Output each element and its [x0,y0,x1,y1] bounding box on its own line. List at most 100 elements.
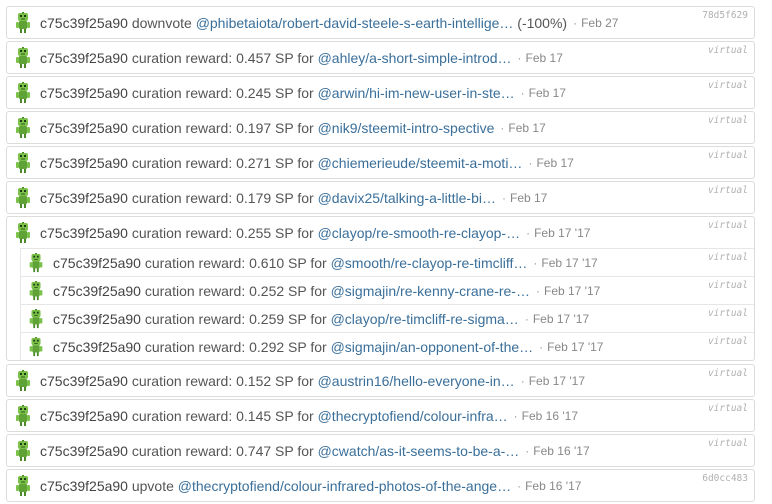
post-link[interactable]: @smooth/re-clayop-re-timcliff… [331,255,528,271]
post-link[interactable]: @clayop/re-timcliff-re-sigma… [331,311,519,327]
history-card: c75c39f25a90 upvote @thecryptofiend/colo… [6,469,755,502]
history-row: c75c39f25a90 curation reward: 0.457 SP f… [7,42,754,73]
post-link[interactable]: @arwin/hi-im-new-user-in-ste… [318,85,515,101]
post-link[interactable]: @cwatch/as-it-seems-to-be-a-… [318,443,520,459]
user-avatar-icon[interactable] [28,337,53,357]
date-link[interactable]: Feb 27 [581,16,618,30]
user-avatar-icon[interactable] [15,222,40,244]
date-link[interactable]: Feb 17 [529,86,566,100]
virtual-tag: virtual [707,115,748,126]
trx-id-link[interactable]: 6d0cc483 [702,473,748,484]
history-row: c75c39f25a90 curation reward: 0.179 SP f… [7,182,754,213]
operation-text: curation reward: 0.747 SP for [127,442,318,459]
separator-dot: · [573,15,578,30]
account-link[interactable]: c75c39f25a90 [40,225,128,241]
history-row: c75c39f25a90 downvote @phibetaiota/rober… [7,7,754,38]
history-row: c75c39f25a90 curation reward: 0.245 SP f… [7,77,754,108]
history-row: c75c39f25a90 curation reward: 0.255 SP f… [7,217,754,248]
account-link[interactable]: c75c39f25a90 [40,85,128,101]
post-link[interactable]: @sigmajin/re-kenny-crane-re-… [331,283,530,299]
history-row: c75c39f25a90 curation reward: 0.610 SP f… [21,249,754,276]
user-avatar-icon[interactable] [15,187,40,209]
user-avatar-icon[interactable] [15,12,40,34]
separator-dot: · [501,190,506,205]
account-link[interactable]: c75c39f25a90 [53,255,141,271]
account-link[interactable]: c75c39f25a90 [40,190,128,206]
post-link[interactable]: @davix25/talking-a-little-bi… [318,190,496,206]
nested-row-container: c75c39f25a90 curation reward: 0.292 SP f… [21,332,754,360]
date-link[interactable]: Feb 17 '17 [529,374,585,388]
date-link[interactable]: Feb 17 [536,156,573,170]
trx-id-link[interactable]: 78d5f629 [702,10,748,21]
history-card: c75c39f25a90 curation reward: 0.245 SP f… [6,76,755,109]
post-link[interactable]: @phibetaiota/robert-david-steele-s-earth… [196,15,514,31]
account-link[interactable]: c75c39f25a90 [53,311,141,327]
user-avatar-icon[interactable] [28,281,53,301]
nested-row-container: c75c39f25a90 curation reward: 0.259 SP f… [21,304,754,332]
user-avatar-icon[interactable] [15,152,40,174]
user-avatar-icon[interactable] [28,253,53,273]
date-link[interactable]: Feb 16 '17 [533,444,589,458]
history-card: c75c39f25a90 curation reward: 0.747 SP f… [6,434,755,467]
account-link[interactable]: c75c39f25a90 [40,50,128,66]
date-link[interactable]: Feb 17 [508,121,545,135]
post-link[interactable]: @ahley/a-short-simple-introd… [318,50,512,66]
account-link[interactable]: c75c39f25a90 [40,15,128,31]
account-link[interactable]: c75c39f25a90 [40,120,128,136]
user-avatar-icon[interactable] [15,440,40,462]
date-link[interactable]: Feb 17 '17 [544,284,600,298]
date-link[interactable]: Feb 17 [510,191,547,205]
date-link[interactable]: Feb 17 '17 [541,256,597,270]
virtual-tag: virtual [707,336,748,347]
post-link[interactable]: @thecryptofiend/colour-infrared-photos-o… [178,478,511,494]
user-avatar-icon[interactable] [15,370,40,392]
account-link[interactable]: c75c39f25a90 [53,283,141,299]
vote-weight: (-100%) [513,14,568,31]
separator-dot: · [520,373,525,388]
history-row: c75c39f25a90 upvote @thecryptofiend/colo… [7,470,754,501]
history-row: c75c39f25a90 curation reward: 0.292 SP f… [21,333,754,360]
operation-text: curation reward: 0.255 SP for [127,224,318,241]
date-link[interactable]: Feb 17 '17 [534,226,590,240]
history-row: c75c39f25a90 curation reward: 0.252 SP f… [21,277,754,304]
account-link[interactable]: c75c39f25a90 [53,339,141,355]
date-link[interactable]: Feb 17 '17 [547,340,603,354]
user-avatar-icon[interactable] [15,475,40,497]
operation-text: curation reward: 0.292 SP for [140,338,331,355]
account-link[interactable]: c75c39f25a90 [40,155,128,171]
post-link[interactable]: @clayop/re-smooth-re-clayop-… [318,225,521,241]
nested-rewards: c75c39f25a90 curation reward: 0.610 SP f… [20,248,754,360]
post-link[interactable]: @thecryptofiend/colour-infra… [318,408,508,424]
account-link[interactable]: c75c39f25a90 [40,373,128,389]
account-link[interactable]: c75c39f25a90 [40,443,128,459]
virtual-tag: virtual [707,185,748,196]
history-row: c75c39f25a90 curation reward: 0.747 SP f… [7,435,754,466]
operation-text: curation reward: 0.271 SP for [127,154,318,171]
separator-dot: · [528,155,533,170]
user-avatar-icon[interactable] [28,309,53,329]
date-link[interactable]: Feb 16 '17 [522,409,578,423]
post-link[interactable]: @chiemerieude/steemit-a-moti… [318,155,523,171]
separator-dot: · [525,443,530,458]
virtual-tag: virtual [707,403,748,414]
history-row: c75c39f25a90 curation reward: 0.152 SP f… [7,365,754,396]
user-avatar-icon[interactable] [15,117,40,139]
user-avatar-icon[interactable] [15,82,40,104]
separator-dot: · [533,255,538,270]
separator-dot: · [500,120,505,135]
user-avatar-icon[interactable] [15,47,40,69]
history-card: c75c39f25a90 curation reward: 0.457 SP f… [6,41,755,74]
history-card: c75c39f25a90 downvote @phibetaiota/rober… [6,6,755,39]
separator-dot: · [535,283,540,298]
nested-row-container: c75c39f25a90 curation reward: 0.252 SP f… [21,276,754,304]
account-link[interactable]: c75c39f25a90 [40,408,128,424]
post-link[interactable]: @sigmajin/an-opponent-of-the… [331,339,534,355]
user-avatar-icon[interactable] [15,405,40,427]
account-link[interactable]: c75c39f25a90 [40,478,128,494]
post-link[interactable]: @austrin16/hello-everyone-in… [318,373,515,389]
date-link[interactable]: Feb 16 '17 [525,479,581,493]
history-row: c75c39f25a90 curation reward: 0.197 SP f… [7,112,754,143]
post-link[interactable]: @nik9/steemit-intro-spective [318,120,495,136]
date-link[interactable]: Feb 17 '17 [533,312,589,326]
date-link[interactable]: Feb 17 [526,51,563,65]
